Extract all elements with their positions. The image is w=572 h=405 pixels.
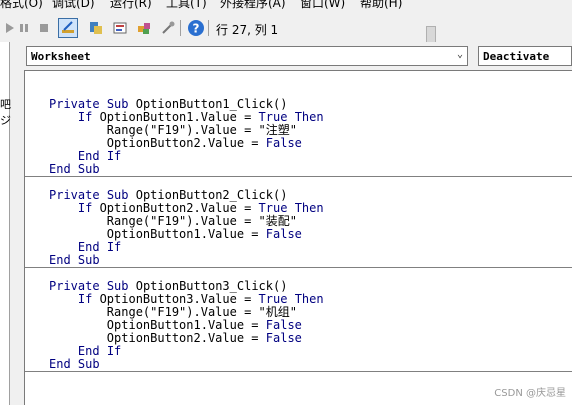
menu-debug[interactable]: 调试(D) [52,0,95,11]
procedure-dropdown-value: Deactivate [483,50,550,63]
procedure-separator [25,267,572,268]
code-line: End Sub [49,253,100,267]
help-icon[interactable]: ? [186,18,206,38]
standard-toolbar: ? 行 27, 列 1 [0,14,440,50]
design-mode-icon[interactable] [58,18,78,38]
toolbox-icon[interactable] [158,18,178,38]
svg-text:?: ? [193,22,200,36]
pane-label: 吧 [0,98,11,111]
code-line: End Sub [49,357,100,371]
code-line: End Sub [49,162,100,176]
menu-addins[interactable]: 外接程序(A) [220,0,286,11]
cursor-position: 行 27, 列 1 [216,23,279,37]
procedure-separator [25,371,572,372]
object-dropdown[interactable]: Worksheet ⌄ [26,46,468,66]
menu-bar: 格式(O) 调试(D) 运行(R) 工具(T) 外接程序(A) 窗口(W) 帮助… [0,0,572,10]
properties-window-icon[interactable] [110,18,130,38]
code-window: Worksheet ⌄ Deactivate Private Sub Optio… [20,42,572,405]
procedure-separator [25,176,572,177]
menu-format[interactable]: 格式(O) [0,0,43,11]
object-browser-icon[interactable] [134,18,154,38]
project-pane-edge: 吧 ジ [0,42,11,405]
toolbar-separator [208,20,209,36]
menu-run[interactable]: 运行(R) [110,0,152,11]
menu-help[interactable]: 帮助(H) [360,0,402,11]
watermark: CSDN @庆忌星 [494,388,566,399]
pane-label: ジ [0,114,11,127]
break-icon[interactable] [14,18,34,38]
project-explorer-icon[interactable] [86,18,106,38]
procedure-dropdown[interactable]: Deactivate [478,46,572,66]
toolbar-separator [180,20,181,36]
chevron-down-icon: ⌄ [456,49,463,60]
menu-window[interactable]: 窗口(W) [300,0,345,11]
reset-icon[interactable] [34,18,54,38]
object-dropdown-value: Worksheet [31,50,91,63]
menu-tools[interactable]: 工具(T) [166,0,207,11]
code-editor[interactable]: Private Sub OptionButton1_Click() If Opt… [24,70,572,405]
